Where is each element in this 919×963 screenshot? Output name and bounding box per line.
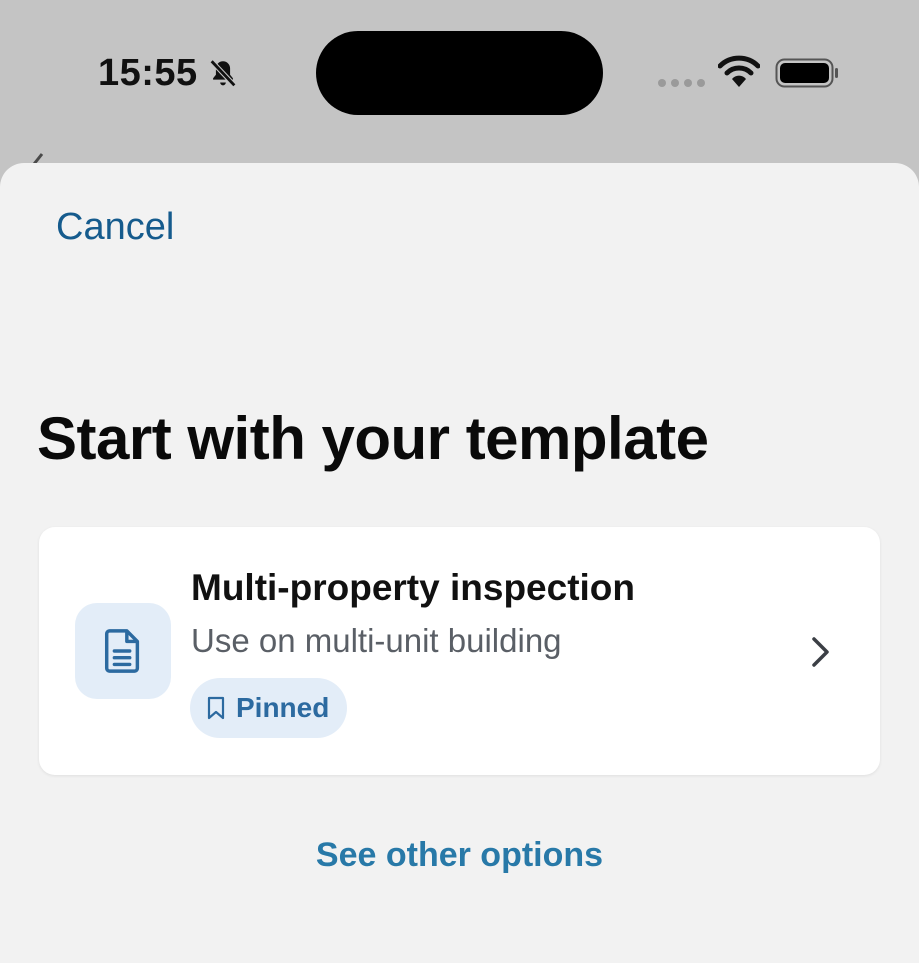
template-subtitle: Use on multi-unit building <box>191 622 562 659</box>
see-other-options-link[interactable]: See other options <box>0 836 919 875</box>
template-card-multi-property-inspection[interactable]: Multi-property inspection Use on multi-u… <box>39 527 880 775</box>
status-time-group: 15:55 <box>98 52 240 95</box>
template-title: Multi-property inspection <box>191 567 635 608</box>
wifi-icon <box>718 55 760 87</box>
status-time: 15:55 <box>98 52 198 94</box>
dynamic-island <box>316 31 603 115</box>
pinned-badge: Pinned <box>190 678 348 738</box>
chevron-right-icon <box>812 637 829 667</box>
bell-slash-icon <box>209 59 236 87</box>
battery-icon <box>775 58 838 88</box>
bookmark-icon <box>207 696 225 720</box>
cancel-button[interactable]: Cancel <box>56 206 174 249</box>
document-icon <box>104 629 140 673</box>
pinned-label: Pinned <box>236 692 330 723</box>
document-icon-tile <box>75 603 171 699</box>
status-bar: 15:55 <box>0 0 919 150</box>
page-title: Start with your template <box>37 405 709 472</box>
signal-strength-icon <box>658 79 705 87</box>
